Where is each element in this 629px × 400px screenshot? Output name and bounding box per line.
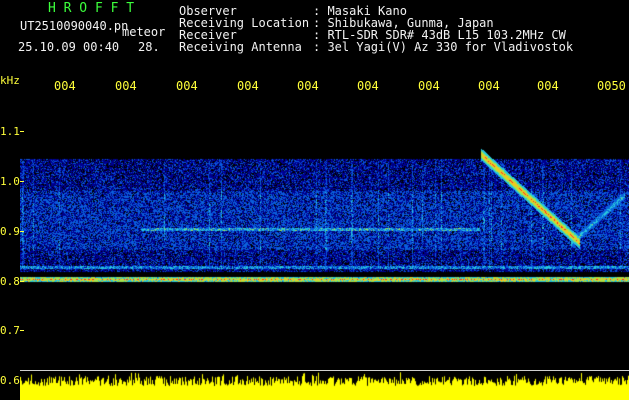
x-tick-label: 004 xyxy=(418,80,440,92)
x-tick-label: 0050 xyxy=(597,80,626,92)
y-tick-mark xyxy=(20,231,24,232)
x-tick-label: 004 xyxy=(297,80,319,92)
y-tick-label: 1.0 xyxy=(0,175,20,188)
x-tick-label: 004 xyxy=(176,80,198,92)
file-tag: meteor xyxy=(122,25,166,39)
spectrum-baseline xyxy=(20,370,629,371)
file-name: UT2510090040.pn xyxy=(20,19,129,33)
y-tick-label: 0.7 xyxy=(0,324,20,337)
y-tick-mark xyxy=(20,330,24,331)
y-tick-mark xyxy=(20,281,24,282)
brand-title: H R O F F T xyxy=(48,1,135,16)
y-axis-unit: kHz xyxy=(0,74,20,87)
info-antenna-value: : 3el Yagi(V) Az 330 for Vladivostok xyxy=(313,40,574,54)
date-time: 25.10.09 00:40 xyxy=(18,40,120,54)
x-tick-label: 004 xyxy=(237,80,259,92)
detection-count: 28. xyxy=(138,40,160,54)
info-antenna-label: Receiving Antenna xyxy=(179,40,302,54)
y-tick-label: 1.1 xyxy=(0,125,20,138)
hrofft-screen: H R O F F T UT2510090040.pn meteor 25.10… xyxy=(0,0,629,400)
y-tick-label: 0.8 xyxy=(0,275,20,288)
x-tick-label: 004 xyxy=(537,80,559,92)
x-tick-label: 004 xyxy=(478,80,500,92)
y-tick-label: 0.9 xyxy=(0,225,20,238)
y-tick-mark xyxy=(20,131,24,132)
x-tick-label: 004 xyxy=(54,80,76,92)
x-tick-label: 004 xyxy=(357,80,379,92)
audio-level-strip xyxy=(20,372,629,400)
x-tick-label: 004 xyxy=(115,80,137,92)
y-tick-mark xyxy=(20,181,24,182)
y-tick-label: 0.6 xyxy=(0,374,20,387)
spectrogram-canvas xyxy=(20,100,629,370)
